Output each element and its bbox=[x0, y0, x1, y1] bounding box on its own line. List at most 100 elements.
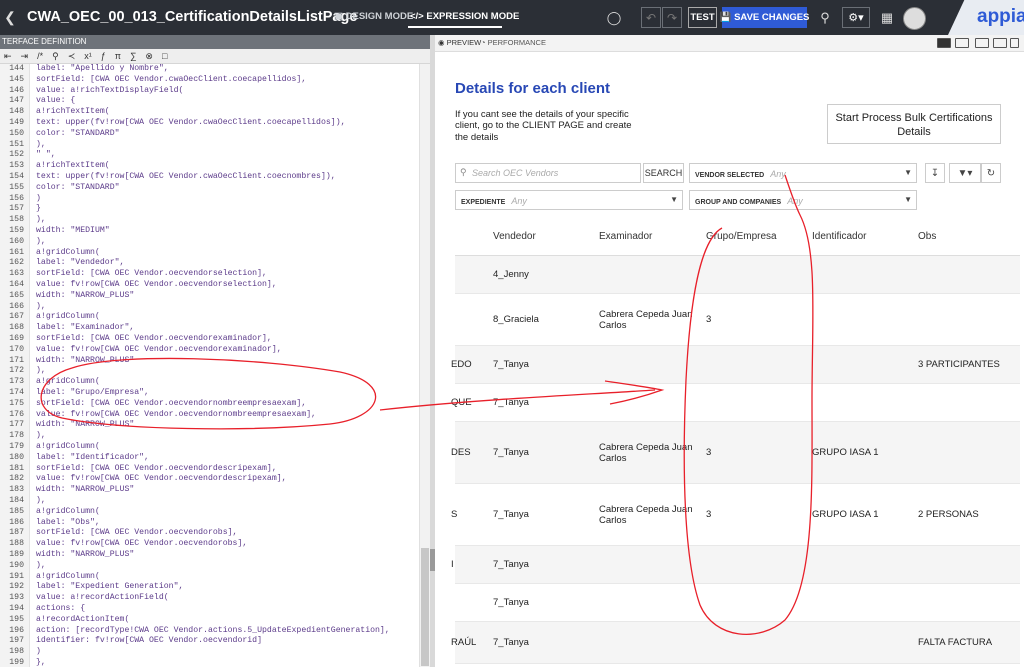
search-objects-icon[interactable]: ⚲ bbox=[816, 7, 834, 28]
code-line[interactable]: sortField: [CWA OEC Vendor.oecvendornomb… bbox=[36, 399, 306, 410]
expression-mode-tab[interactable]: </> EXPRESSION MODE bbox=[410, 11, 519, 22]
code-line[interactable]: label: "Grupo/Empresa", bbox=[36, 388, 149, 399]
function-icon[interactable]: ƒ bbox=[101, 51, 106, 61]
code-line[interactable]: a!richTextItem( bbox=[36, 161, 110, 172]
bulk-certifications-button[interactable]: Start Process Bulk Certifications Detail… bbox=[827, 104, 1001, 144]
code-line[interactable]: ), bbox=[36, 496, 46, 507]
laptop-icon[interactable] bbox=[975, 38, 989, 48]
code-line[interactable]: a!gridColumn( bbox=[36, 377, 100, 388]
tab-preview[interactable]: ◉ PREVIEW bbox=[438, 38, 481, 47]
code-line[interactable]: value: a!recordActionField( bbox=[36, 593, 169, 604]
column-identificador[interactable]: Identificador bbox=[812, 231, 866, 242]
undo-icon[interactable]: ↶ bbox=[641, 7, 661, 28]
code-line[interactable]: value: { bbox=[36, 96, 75, 107]
code-line[interactable]: label: "Identificador", bbox=[36, 453, 149, 464]
lightbulb-icon[interactable]: ◯ bbox=[606, 7, 622, 28]
code-line[interactable]: width: "NARROW_PLUS" bbox=[36, 356, 134, 367]
code-line[interactable]: width: "MEDIUM" bbox=[36, 226, 110, 237]
code-line[interactable]: ), bbox=[36, 237, 46, 248]
code-line[interactable]: label: "Apellido y Nombre", bbox=[36, 64, 169, 75]
outdent-icon[interactable]: ⇥ bbox=[21, 51, 29, 62]
code-line[interactable]: label: "Examinador", bbox=[36, 323, 134, 334]
code-line[interactable]: actions: { bbox=[36, 604, 85, 615]
code-line[interactable]: sortField: [CWA OEC Vendor.oecvendorsele… bbox=[36, 269, 267, 280]
code-line[interactable]: sortField: [CWA OEC Vendor.oecvendordesc… bbox=[36, 464, 277, 475]
desktop-icon[interactable] bbox=[955, 38, 969, 48]
folder-icon[interactable]: □ bbox=[162, 51, 167, 61]
column-grupo-empresa[interactable]: Grupo/Empresa bbox=[706, 231, 777, 242]
code-line[interactable]: " ", bbox=[36, 150, 56, 161]
code-line[interactable]: }, bbox=[36, 658, 46, 667]
apps-grid-icon[interactable]: ▦ bbox=[878, 7, 896, 28]
code-line[interactable]: text: upper(fv!row[CWA OEC Vendor.cwaOec… bbox=[36, 172, 336, 183]
code-line[interactable]: label: "Vendedor", bbox=[36, 258, 124, 269]
code-line[interactable]: a!gridColumn( bbox=[36, 442, 100, 453]
phone-icon[interactable] bbox=[1010, 38, 1019, 48]
code-line[interactable]: ), bbox=[36, 302, 46, 313]
save-changes-button[interactable]: 💾 SAVE CHANGES bbox=[720, 7, 809, 28]
code-line[interactable]: width: "NARROW_PLUS" bbox=[36, 291, 134, 302]
code-line[interactable]: value: fv!row[CWA OEC Vendor.oecvendorde… bbox=[36, 474, 287, 485]
test-button[interactable]: TEST bbox=[688, 7, 717, 28]
code-line[interactable]: ), bbox=[36, 215, 46, 226]
code-line[interactable]: identifier: fv!row[CWA OEC Vendor.oecven… bbox=[36, 636, 262, 647]
rule-plus-icon[interactable]: ⊗ bbox=[145, 51, 153, 62]
x1-icon[interactable]: x¹ bbox=[84, 51, 92, 61]
code-line[interactable]: label: "Obs", bbox=[36, 518, 100, 529]
code-line[interactable]: action: [recordType!CWA OEC Vendor.actio… bbox=[36, 626, 390, 637]
group-companies-filter[interactable]: GROUP AND COMPANIES Any ▼ bbox=[689, 190, 917, 210]
code-line[interactable]: value: fv!row[CWA OEC Vendor.oecvendorno… bbox=[36, 410, 316, 421]
pi-icon[interactable]: π bbox=[115, 51, 121, 61]
vendor-selected-filter[interactable]: VENDOR SELECTED Any ▼ bbox=[689, 163, 917, 183]
code-line[interactable]: label: "Expedient Generation", bbox=[36, 582, 183, 593]
desktop-wide-icon[interactable] bbox=[937, 38, 951, 48]
expediente-filter[interactable]: EXPEDIENTE Any ▼ bbox=[455, 190, 683, 210]
avatar[interactable] bbox=[903, 7, 926, 30]
search-button[interactable]: SEARCH bbox=[643, 163, 684, 183]
code-line[interactable]: color: "STANDARD" bbox=[36, 129, 120, 140]
code-line[interactable]: ), bbox=[36, 431, 46, 442]
code-line[interactable]: a!richTextItem( bbox=[36, 107, 110, 118]
code-line[interactable]: } bbox=[36, 204, 41, 215]
code-line[interactable]: sortField: [CWA OEC Vendor.cwaOecClient.… bbox=[36, 75, 306, 86]
code-line[interactable]: width: "NARROW_PLUS" bbox=[36, 550, 134, 561]
code-line[interactable]: ) bbox=[36, 647, 41, 658]
rule-icon[interactable]: ∑ bbox=[130, 51, 136, 61]
download-icon[interactable]: ↧ bbox=[925, 163, 945, 183]
scrollbar-thumb[interactable] bbox=[421, 548, 429, 666]
code-editor[interactable]: 144 145 146 147 148 149 150 151 152 153 154 155 156 1… bbox=[0, 64, 419, 667]
code-line[interactable]: ) bbox=[36, 194, 41, 205]
indent-icon[interactable]: ⇤ bbox=[4, 51, 12, 62]
code-line[interactable]: color: "STANDARD" bbox=[36, 183, 120, 194]
editor-scrollbar[interactable] bbox=[419, 64, 430, 667]
back-arrow-icon[interactable]: ❮ bbox=[0, 0, 20, 35]
design-mode-tab[interactable]: ▣ DESIGN MODE bbox=[334, 11, 413, 22]
code-line[interactable]: value: fv!row[CWA OEC Vendor.oecvendorob… bbox=[36, 539, 247, 550]
code-line[interactable]: width: "NARROW_PLUS" bbox=[36, 420, 134, 431]
filter-menu-icon[interactable]: ▼▾ bbox=[949, 163, 981, 183]
code-line[interactable]: ), bbox=[36, 561, 46, 572]
fx-icon[interactable]: ≺ bbox=[68, 51, 76, 62]
tab-performance[interactable]: ◔ PERFORMANCE bbox=[481, 38, 546, 47]
code-line[interactable]: text: upper(fv!row[CWA OEC Vendor.cwaOec… bbox=[36, 118, 346, 129]
code-line[interactable]: a!gridColumn( bbox=[36, 572, 100, 583]
code-line[interactable]: a!recordActionItem( bbox=[36, 615, 129, 626]
column-vendedor[interactable]: Vendedor bbox=[493, 231, 536, 242]
settings-menu-button[interactable]: ⚙▾ bbox=[842, 7, 870, 28]
code-line[interactable]: width: "NARROW_PLUS" bbox=[36, 485, 134, 496]
code-line[interactable]: ), bbox=[36, 366, 46, 377]
code-line[interactable]: value: fv!row[CWA OEC Vendor.oecvendorse… bbox=[36, 280, 277, 291]
column-obs[interactable]: Obs bbox=[918, 231, 936, 242]
code-line[interactable]: a!gridColumn( bbox=[36, 312, 100, 323]
code-line[interactable]: value: a!richTextDisplayField( bbox=[36, 86, 183, 97]
search-input[interactable]: ⚲ Search OEC Vendors bbox=[455, 163, 641, 183]
tablet-icon[interactable] bbox=[993, 38, 1007, 48]
refresh-icon[interactable]: ↻ bbox=[981, 163, 1001, 183]
code-line[interactable]: sortField: [CWA OEC Vendor.oecvendorobs]… bbox=[36, 528, 237, 539]
code-line[interactable]: a!gridColumn( bbox=[36, 248, 100, 259]
code-line[interactable]: ), bbox=[36, 140, 46, 151]
code-line[interactable]: value: fv!row[CWA OEC Vendor.oecvendorex… bbox=[36, 345, 282, 356]
redo-icon[interactable]: ↷ bbox=[662, 7, 682, 28]
code-line[interactable]: sortField: [CWA OEC Vendor.oecvendorexam… bbox=[36, 334, 272, 345]
search-icon[interactable]: ⚲ bbox=[52, 51, 59, 62]
